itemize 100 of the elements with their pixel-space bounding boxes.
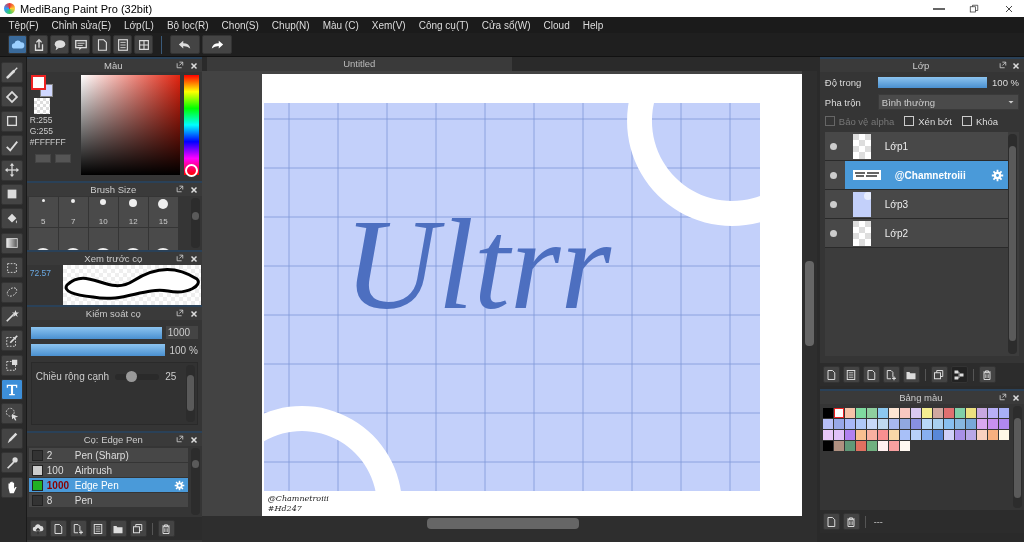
close-button[interactable] — [188, 184, 199, 195]
panel-button[interactable] — [49, 520, 67, 537]
popout-button[interactable] — [175, 253, 186, 264]
color-swatch[interactable] — [844, 430, 855, 440]
color-swatch[interactable] — [943, 430, 954, 440]
layer-opacity-slider[interactable] — [877, 76, 988, 88]
color-swatch[interactable] — [998, 430, 1009, 440]
color-swatch[interactable] — [855, 430, 866, 440]
checkbox[interactable]: Khóa — [961, 115, 999, 127]
brush-size-option[interactable]: 12 — [118, 197, 148, 227]
size-value[interactable]: 1000 — [165, 326, 198, 339]
toolbar-button[interactable] — [92, 35, 111, 54]
color-swatch[interactable] — [844, 419, 855, 429]
color-swatch[interactable] — [965, 408, 976, 418]
color-swatch[interactable] — [943, 408, 954, 418]
panel-button[interactable] — [109, 520, 127, 537]
color-swatch[interactable] — [910, 408, 921, 418]
brush-item[interactable]: 100 Airbrush — [28, 463, 188, 477]
color-button[interactable] — [34, 154, 51, 163]
color-swatch[interactable] — [888, 430, 899, 440]
visibility-dot[interactable] — [829, 142, 837, 150]
color-swatch[interactable] — [833, 441, 844, 451]
brush-size-option[interactable] — [58, 228, 88, 250]
color-swatch[interactable] — [855, 419, 866, 429]
panel-button[interactable] — [69, 520, 87, 537]
tool-button[interactable] — [1, 62, 23, 83]
blend-dropdown[interactable]: Bình thường — [877, 94, 1019, 110]
tool-button[interactable] — [1, 452, 23, 474]
toolbar-button[interactable] — [170, 35, 200, 54]
color-swatch[interactable] — [888, 408, 899, 418]
color-swatch[interactable] — [954, 430, 965, 440]
color-swatch[interactable] — [833, 408, 844, 418]
checkbox[interactable]: Xén bớt — [904, 115, 952, 127]
tool-button[interactable] — [1, 110, 23, 132]
color-swatch[interactable] — [899, 441, 910, 451]
panel-button[interactable] — [822, 366, 840, 383]
color-swatch[interactable] — [844, 441, 855, 451]
color-swatch[interactable] — [954, 408, 965, 418]
menu-item[interactable]: Lớp(L) — [117, 19, 161, 31]
transparent-swatch[interactable] — [33, 98, 50, 114]
opacity-slider[interactable] — [30, 344, 166, 356]
close-button[interactable] — [188, 253, 199, 264]
scrollbar[interactable] — [190, 198, 200, 248]
panel-button[interactable] — [950, 366, 968, 383]
color-swatch[interactable] — [877, 430, 888, 440]
brush-size-option[interactable]: 7 — [58, 197, 88, 227]
menu-item[interactable]: Cửa sổ(W) — [475, 19, 538, 31]
toolbar-button[interactable] — [71, 35, 90, 54]
panel-button[interactable] — [842, 513, 860, 530]
edge-width-slider[interactable] — [115, 373, 160, 380]
tool-button[interactable] — [1, 476, 23, 498]
layer-item[interactable]: Lớp3 — [824, 190, 1008, 219]
tool-button[interactable] — [1, 257, 23, 279]
layer-item[interactable]: Lớp2 — [824, 219, 1008, 248]
brush-item[interactable]: 2 Pen (Sharp) — [28, 448, 188, 462]
popout-button[interactable] — [175, 308, 186, 319]
tool-button[interactable] — [1, 183, 23, 205]
panel-button[interactable] — [842, 366, 860, 383]
visibility-dot[interactable] — [829, 229, 837, 237]
color-swatch[interactable] — [987, 419, 998, 429]
brush-size-slider[interactable] — [30, 326, 162, 339]
color-swatch[interactable] — [877, 441, 888, 451]
panel-button[interactable] — [978, 366, 996, 383]
tool-button[interactable] — [1, 379, 23, 401]
popout-button[interactable] — [175, 60, 186, 71]
panel-button[interactable] — [89, 520, 107, 537]
menu-item[interactable]: Chỉnh sửa(E) — [45, 19, 118, 31]
color-swatch[interactable] — [866, 408, 877, 418]
brush-size-option[interactable]: 15 — [148, 197, 178, 227]
color-swatch[interactable] — [954, 419, 965, 429]
toolbar-button[interactable] — [8, 35, 27, 54]
brush-size-option[interactable] — [118, 228, 148, 250]
close-button[interactable] — [1011, 60, 1021, 71]
scrollbar[interactable] — [190, 448, 200, 515]
menu-item[interactable]: Chụp(N) — [265, 19, 317, 31]
panel-button[interactable] — [157, 520, 175, 537]
tool-button[interactable] — [1, 86, 23, 108]
toolbar-button[interactable] — [29, 35, 48, 54]
brush-size-option[interactable] — [148, 228, 178, 250]
color-swatch[interactable] — [932, 430, 943, 440]
close-button[interactable] — [1011, 392, 1021, 403]
color-swatch[interactable] — [998, 419, 1009, 429]
color-swatch[interactable] — [899, 419, 910, 429]
panel-button[interactable] — [902, 366, 920, 383]
scrollbar[interactable] — [1013, 406, 1022, 508]
popout-button[interactable] — [998, 60, 1008, 71]
color-swatches-drawing[interactable] — [29, 75, 54, 97]
toolbar-button[interactable] — [50, 35, 69, 54]
saturation-value-picker[interactable] — [81, 75, 180, 175]
color-swatch[interactable] — [866, 430, 877, 440]
menu-item[interactable]: Xem(V) — [365, 19, 413, 31]
menu-item[interactable]: Công cụ(T) — [412, 19, 476, 31]
color-swatch[interactable] — [877, 419, 888, 429]
close-button[interactable] — [188, 60, 199, 71]
color-swatch[interactable] — [976, 408, 987, 418]
tool-button[interactable] — [1, 403, 23, 425]
color-swatch[interactable] — [877, 408, 888, 418]
color-swatch[interactable] — [921, 408, 932, 418]
brush-size-option[interactable] — [88, 228, 118, 250]
color-swatch[interactable] — [976, 419, 987, 429]
